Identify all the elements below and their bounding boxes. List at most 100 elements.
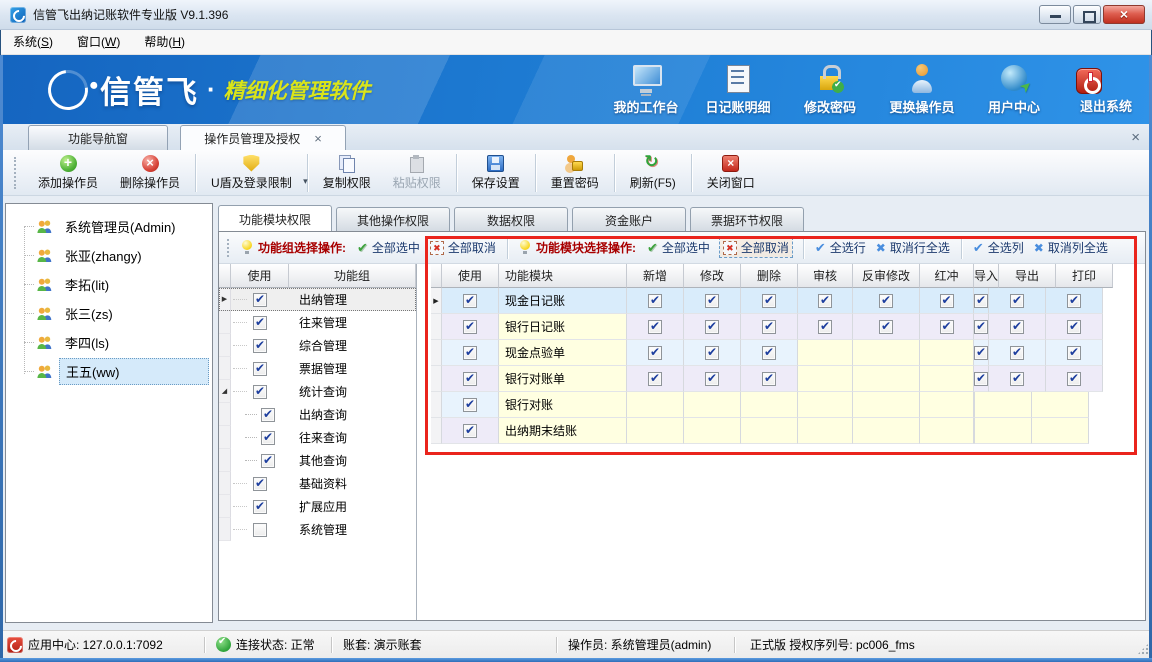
menu-item-h[interactable]: 帮助(H) <box>132 30 197 55</box>
banner-action-lock[interactable]: 修改密码 <box>796 63 864 116</box>
perm-checkbox[interactable] <box>762 294 776 308</box>
perm-cell[interactable] <box>798 418 853 444</box>
banner-action-person[interactable]: 更换操作员 <box>888 63 956 116</box>
group-row-8[interactable]: 基础资料 <box>219 472 416 495</box>
tab-close-icon[interactable] <box>314 131 322 146</box>
group-checkbox[interactable] <box>261 454 275 468</box>
perm-checkbox[interactable] <box>1010 372 1024 386</box>
banner-action-globe[interactable]: 用户中心 <box>980 63 1048 116</box>
perm-tab-0[interactable]: 功能模块权限 <box>218 205 332 232</box>
perm-cell[interactable] <box>974 340 989 366</box>
perm-cell[interactable] <box>920 418 974 444</box>
group-checkbox[interactable] <box>253 293 267 307</box>
user-item-4[interactable]: 李四(ls) <box>6 328 212 357</box>
user-item-2[interactable]: 李拓(lit) <box>6 270 212 299</box>
perm-cell[interactable] <box>684 340 741 366</box>
perm-cell[interactable] <box>920 366 974 392</box>
perm-checkbox[interactable] <box>762 372 776 386</box>
module-row-2[interactable]: 现金点验单 <box>431 340 1141 366</box>
clear-row-button[interactable]: 取消行全选 <box>876 239 950 256</box>
module-use-checkbox[interactable] <box>463 320 477 334</box>
toolbar-button-save[interactable]: 保存设置 <box>461 153 531 193</box>
group-checkbox[interactable] <box>261 408 275 422</box>
perm-checkbox[interactable] <box>940 294 954 308</box>
perm-cell[interactable] <box>974 314 989 340</box>
perm-checkbox[interactable] <box>879 320 893 334</box>
perm-cell[interactable] <box>684 288 741 314</box>
perm-checkbox[interactable] <box>1067 320 1081 334</box>
perm-checkbox[interactable] <box>648 294 662 308</box>
perm-cell[interactable] <box>741 392 798 418</box>
perm-checkbox[interactable] <box>762 320 776 334</box>
perm-tab-1[interactable]: 其他操作权限 <box>336 207 450 232</box>
perm-checkbox[interactable] <box>705 346 719 360</box>
perm-tab-3[interactable]: 资金账户 <box>572 207 686 232</box>
module-use-checkbox[interactable] <box>463 294 477 308</box>
group-row-9[interactable]: 扩展应用 <box>219 495 416 518</box>
group-checkbox[interactable] <box>253 523 267 537</box>
perm-checkbox[interactable] <box>648 372 662 386</box>
group-row-6[interactable]: 往来查询 <box>219 426 416 449</box>
toolbar-button-closewin[interactable]: 关闭窗口 <box>696 153 766 193</box>
perm-cell[interactable] <box>741 366 798 392</box>
perm-checkbox[interactable] <box>705 372 719 386</box>
perm-checkbox[interactable] <box>1010 320 1024 334</box>
module-row-0[interactable]: ▶现金日记账 <box>431 288 1141 314</box>
group-row-0[interactable]: ▶出纳管理 <box>219 288 416 311</box>
perm-checkbox[interactable] <box>974 372 988 386</box>
maximize-button[interactable] <box>1073 5 1101 24</box>
resize-grip[interactable] <box>1137 643 1149 655</box>
perm-cell[interactable] <box>853 392 920 418</box>
perm-checkbox[interactable] <box>940 320 954 334</box>
clear-column-button[interactable]: 取消列全选 <box>1034 239 1108 256</box>
perm-checkbox[interactable] <box>762 346 776 360</box>
group-select-all-button[interactable]: 全部选中 <box>357 239 420 256</box>
perm-cell[interactable] <box>853 314 920 340</box>
perm-cell[interactable] <box>798 288 853 314</box>
perm-checkbox[interactable] <box>1067 294 1081 308</box>
group-checkbox[interactable] <box>253 385 267 399</box>
group-checkbox[interactable] <box>253 362 267 376</box>
group-row-2[interactable]: 综合管理 <box>219 334 416 357</box>
perm-cell[interactable] <box>989 366 1046 392</box>
group-row-4[interactable]: ◢统计查询 <box>219 380 416 403</box>
perm-cell[interactable] <box>975 392 1032 418</box>
perm-cell[interactable] <box>798 392 853 418</box>
group-row-5[interactable]: 出纳查询 <box>219 403 416 426</box>
perm-checkbox[interactable] <box>974 320 988 334</box>
menu-item-s[interactable]: 系统(S) <box>1 30 65 55</box>
perm-cell[interactable] <box>684 366 741 392</box>
module-row-4[interactable]: 银行对账 <box>431 392 1141 418</box>
toolbar-button-refresh[interactable]: 刷新(F5) <box>619 153 687 193</box>
module-clear-all-button[interactable]: 全部取消 <box>720 238 792 257</box>
group-clear-all-button[interactable]: 全部取消 <box>430 239 496 256</box>
module-use-checkbox[interactable] <box>463 372 477 386</box>
perm-cell[interactable] <box>1046 314 1103 340</box>
perm-cell[interactable] <box>684 392 741 418</box>
perm-cell[interactable] <box>798 340 853 366</box>
perm-cell[interactable] <box>684 418 741 444</box>
perm-checkbox[interactable] <box>705 294 719 308</box>
perm-checkbox[interactable] <box>1067 372 1081 386</box>
toolbar-button-add[interactable]: 添加操作员 <box>27 153 109 193</box>
doc-tab-1[interactable]: 操作员管理及授权 <box>180 125 346 150</box>
perm-checkbox[interactable] <box>648 346 662 360</box>
perm-cell[interactable] <box>741 314 798 340</box>
perm-cell[interactable] <box>975 418 1032 444</box>
close-button[interactable] <box>1103 5 1145 24</box>
perm-cell[interactable] <box>798 314 853 340</box>
perm-cell[interactable] <box>853 340 920 366</box>
perm-cell[interactable] <box>920 392 974 418</box>
user-item-3[interactable]: 张三(zs) <box>6 299 212 328</box>
group-checkbox[interactable] <box>253 316 267 330</box>
group-checkbox[interactable] <box>253 477 267 491</box>
module-row-1[interactable]: 银行日记账 <box>431 314 1141 340</box>
perm-cell[interactable] <box>1046 288 1103 314</box>
group-row-7[interactable]: 其他查询 <box>219 449 416 472</box>
group-checkbox[interactable] <box>253 500 267 514</box>
perm-cell[interactable] <box>989 340 1046 366</box>
perm-cell[interactable] <box>853 366 920 392</box>
perm-cell[interactable] <box>627 340 684 366</box>
perm-cell[interactable] <box>741 288 798 314</box>
banner-action-power[interactable]: 退出系统 <box>1072 65 1140 115</box>
